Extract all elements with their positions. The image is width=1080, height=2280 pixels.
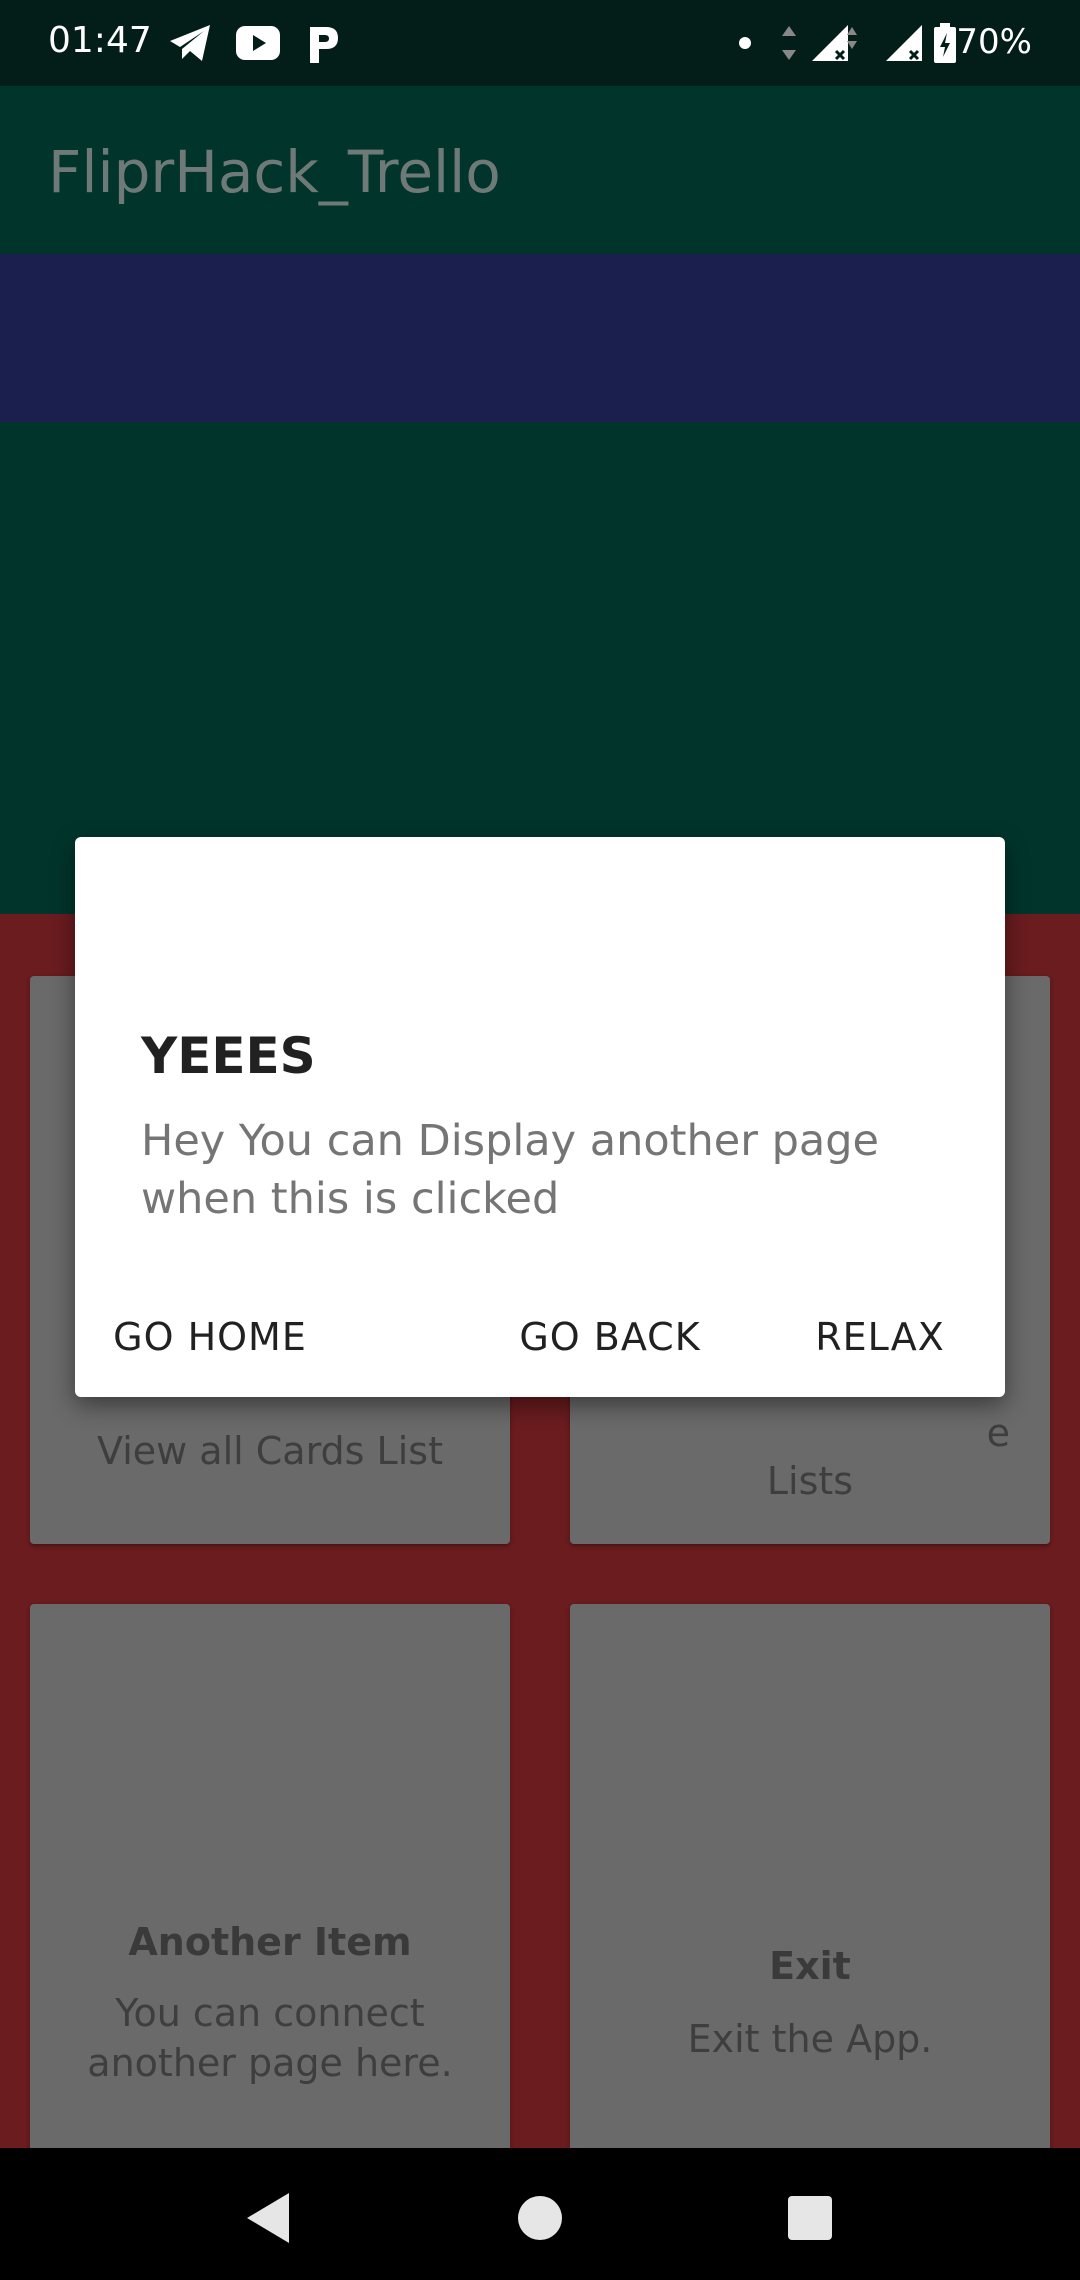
battery-percentage: 70% <box>956 22 1032 62</box>
battery-icon <box>934 18 956 68</box>
card-title: Another Item <box>128 1920 412 1964</box>
card-description: You can connect another page here. <box>87 1991 453 2085</box>
dialog-message: Hey You can Display another page when th… <box>141 1116 879 1224</box>
relax-button[interactable]: RELAX <box>790 1292 970 1382</box>
navigation-bar <box>0 2148 1080 2280</box>
youtube-icon <box>236 18 280 68</box>
go-back-button[interactable]: GO BACK <box>495 1292 725 1382</box>
telegram-icon <box>168 18 212 68</box>
alert-dialog: YEEES Hey You can Display another page w… <box>75 837 1005 1397</box>
card-another-item[interactable]: Another Item You can connect another pag… <box>30 1604 510 2164</box>
card-description: Exit the App. <box>687 2017 933 2061</box>
card-title: Exit <box>769 1944 851 1988</box>
status-bar: 01:47 70% <box>0 0 1080 86</box>
dot-icon <box>738 18 752 68</box>
status-time: 01:47 <box>48 20 152 61</box>
home-icon[interactable] <box>500 2178 580 2258</box>
card-description-partial: e <box>986 1411 1010 1455</box>
p-app-icon <box>306 18 340 68</box>
signal-icon <box>884 18 924 68</box>
app-bar: FliprHack_Trello <box>0 86 1080 254</box>
back-icon[interactable] <box>228 2178 308 2258</box>
signal-icon <box>810 18 858 68</box>
card-description: Lists <box>766 1459 854 1503</box>
recents-icon[interactable] <box>770 2178 850 2258</box>
go-home-button[interactable]: GO HOME <box>95 1292 325 1382</box>
data-arrows-icon <box>780 18 798 68</box>
banner <box>0 254 1080 422</box>
card-exit[interactable]: Exit Exit the App. <box>570 1604 1050 2164</box>
dialog-title: YEEES <box>141 1027 316 1085</box>
card-description: View all Cards List <box>97 1429 443 1473</box>
app-title: FliprHack_Trello <box>48 138 501 206</box>
